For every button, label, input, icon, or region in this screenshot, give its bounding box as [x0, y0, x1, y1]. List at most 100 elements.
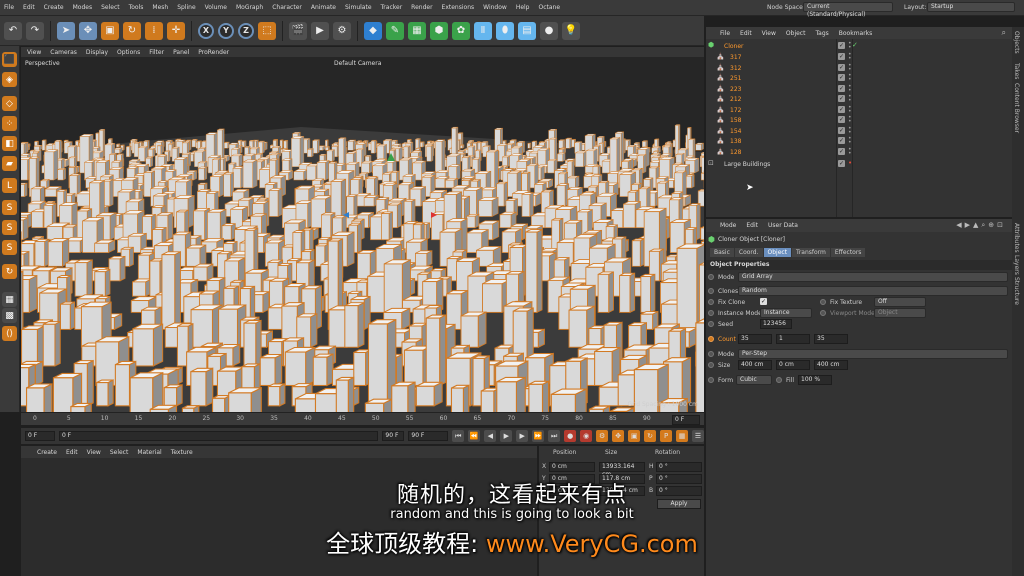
menu-octane[interactable]: Octane [539, 4, 561, 11]
animation-dot-icon[interactable] [708, 351, 714, 357]
menu-character[interactable]: Character [272, 4, 302, 11]
fix-clone-checkbox[interactable]: ✓ [760, 298, 767, 305]
live-selection-icon[interactable]: ➤ [57, 21, 75, 40]
object-row-child[interactable]: ⛪ 158 ✓ • • [706, 115, 1012, 125]
viewport-menu-display[interactable]: Display [86, 49, 108, 56]
animation-dot-icon[interactable] [708, 362, 714, 368]
field-icon[interactable]: ⬮ [496, 21, 514, 40]
menu-tracker[interactable]: Tracker [381, 4, 403, 11]
cloner-icon[interactable]: ⬢ [430, 21, 448, 40]
render-to-picture-viewer-icon[interactable]: ▶ [311, 21, 329, 40]
coordinate-system-icon[interactable]: ⬚ [258, 21, 276, 40]
move-icon[interactable]: ✥ [79, 21, 97, 40]
undo-icon[interactable]: ↶ [4, 21, 22, 40]
material-menu-create[interactable]: Create [37, 449, 57, 456]
size-x-field[interactable]: 400 cm [738, 360, 772, 370]
object-menu-bookmarks[interactable]: Bookmarks [839, 30, 873, 37]
animation-dot-icon[interactable] [708, 336, 714, 342]
menu-extensions[interactable]: Extensions [442, 4, 475, 11]
model-mode-icon[interactable]: ◈ [2, 72, 17, 87]
object-row-child[interactable]: ⛪ 128 ✓ • • [706, 146, 1012, 157]
texture-mode-icon[interactable]: ◇ [2, 96, 17, 111]
previous-key-icon[interactable]: ⏪ [468, 430, 481, 442]
timeline-window-icon[interactable]: ☰ [692, 430, 705, 442]
visibility-check-icon[interactable]: ✓ [838, 84, 845, 92]
edges-mode-icon[interactable]: ◧ [2, 136, 17, 151]
animation-dot-icon[interactable] [708, 310, 714, 316]
menu-mesh[interactable]: Mesh [152, 4, 168, 11]
redo-icon[interactable]: ↷ [26, 21, 44, 40]
rotation-h-field[interactable]: 0 ° [656, 462, 702, 472]
go-to-start-icon[interactable]: ⏮ [452, 430, 465, 442]
visibility-check-icon[interactable]: ✓ [838, 160, 845, 167]
camera-icon[interactable]: ● [540, 21, 558, 40]
play-icon[interactable]: ▶ [500, 430, 513, 442]
count-x-field[interactable]: 35 [738, 334, 772, 344]
visibility-check-icon[interactable]: ✓ [838, 42, 845, 49]
polygons-mode-icon[interactable]: ▰ [2, 156, 17, 171]
subdivision-icon[interactable]: ▦ [408, 21, 426, 40]
visibility-check-icon[interactable]: ✓ [838, 137, 845, 144]
start-frame-field[interactable]: 0 F [25, 431, 55, 441]
tab-structure[interactable]: Structure [1013, 277, 1020, 305]
viewport-menu-filter[interactable]: Filter [149, 49, 164, 56]
object-row-child[interactable]: ⛪ 312 ✓ • • [706, 62, 1012, 73]
floor-icon[interactable]: ▤ [518, 21, 536, 40]
menu-edit[interactable]: Edit [23, 4, 35, 11]
tab-transform[interactable]: Transform [792, 248, 830, 257]
object-row-child[interactable]: ⛪ 154 ✓ • • [706, 125, 1012, 136]
tab-object[interactable]: Object [763, 248, 792, 257]
object-row-child[interactable]: ⛪ 223 ✓ • • [706, 83, 1012, 94]
step-mode-dropdown[interactable]: Per-Step [738, 349, 1008, 359]
cube-icon[interactable]: ◆ [364, 21, 382, 40]
menu-render[interactable]: Render [411, 4, 432, 11]
menu-spline[interactable]: Spline [177, 4, 195, 11]
count-z-field[interactable]: 35 [814, 334, 848, 344]
render-view-icon[interactable]: 🎬 [289, 21, 307, 40]
clones-dropdown[interactable]: Random [738, 286, 1008, 296]
axis-mode-icon[interactable]: L [2, 178, 17, 193]
layout-dropdown[interactable]: Startup [927, 2, 1015, 12]
current-frame-field[interactable]: 0 F [672, 415, 700, 425]
material-menu-select[interactable]: Select [110, 449, 129, 456]
position-key-icon[interactable]: ✥ [612, 430, 625, 442]
menu-animate[interactable]: Animate [311, 4, 336, 11]
animation-dot-icon[interactable] [708, 321, 714, 327]
points-mode-icon[interactable]: ⁘ [2, 116, 17, 131]
viewport-camera[interactable]: Default Camera [334, 60, 381, 67]
grid-icon[interactable]: ▦ [2, 292, 17, 307]
material-menu-edit[interactable]: Edit [66, 449, 78, 456]
visibility-check-icon[interactable]: ✓ [838, 74, 845, 81]
transform-icon[interactable]: ✛ [167, 21, 185, 40]
object-menu-tags[interactable]: Tags [815, 30, 828, 37]
viewport-mode-dropdown[interactable]: Object [874, 308, 926, 318]
menu-file[interactable]: File [4, 4, 14, 11]
animation-dot-icon[interactable] [820, 310, 826, 316]
object-menu-file[interactable]: File [720, 30, 730, 37]
seed-field[interactable]: 123456 [760, 319, 792, 329]
viewport-menu-view[interactable]: View [27, 49, 41, 56]
solo-icon[interactable]: ↻ [2, 264, 17, 279]
tab-layers[interactable]: Layers [1013, 255, 1020, 275]
effector-icon[interactable]: ✿ [452, 21, 470, 40]
pen-icon[interactable]: ✎ [386, 21, 404, 40]
material-menu-view[interactable]: View [87, 449, 101, 456]
previous-frame-icon[interactable]: ◀ [484, 430, 497, 442]
form-dropdown[interactable]: Cubic [736, 375, 772, 385]
viewport-menu-options[interactable]: Options [117, 49, 140, 56]
material-menu-material[interactable]: Material [137, 449, 161, 456]
next-key-icon[interactable]: ⏩ [532, 430, 545, 442]
tab-attributes[interactable]: Attributes [1013, 223, 1020, 253]
object-row-child[interactable]: ⛪ 317 ✓ • • [706, 52, 1012, 62]
object-menu-edit[interactable]: Edit [740, 30, 752, 37]
render-settings-icon[interactable]: ⚙ [333, 21, 351, 40]
menu-create[interactable]: Create [44, 4, 64, 11]
viewport-menu-panel[interactable]: Panel [173, 49, 189, 56]
visibility-check-icon[interactable]: ✓ [838, 105, 845, 113]
visibility-check-icon[interactable]: ✓ [838, 126, 845, 134]
y-axis-lock-button[interactable]: Y [218, 22, 234, 39]
animation-dot-icon[interactable] [820, 299, 826, 305]
rotate-icon[interactable]: ↻ [123, 21, 141, 40]
fix-texture-dropdown[interactable]: Off [874, 297, 926, 307]
position-x-field[interactable]: 0 cm [549, 462, 595, 472]
